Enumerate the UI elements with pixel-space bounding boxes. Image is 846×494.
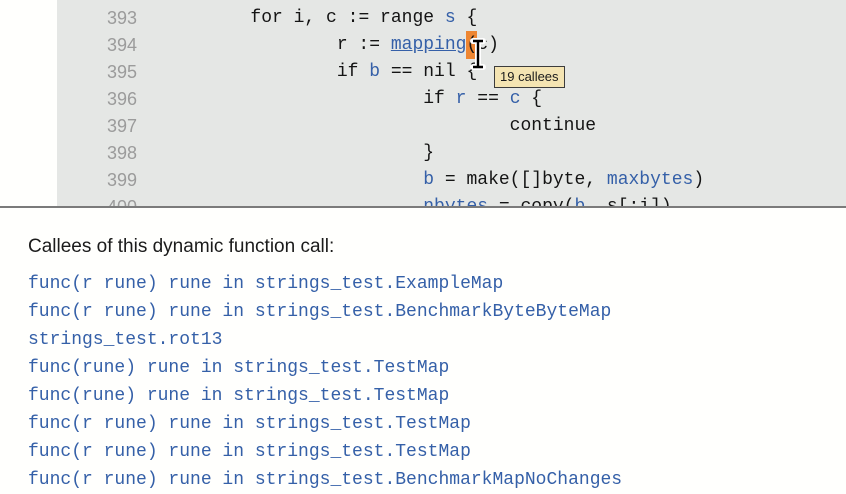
code-text: if r == c { <box>164 86 542 113</box>
code-token: for i, c := range <box>250 8 444 28</box>
callee-item[interactable]: func(r rune) rune in strings_test.TestMa… <box>28 438 846 466</box>
code-token: if <box>337 62 369 82</box>
code-viewer: 393 for i, c := range s {394 r := mappin… <box>0 0 846 206</box>
identifier-link[interactable]: b <box>423 170 434 190</box>
results-heading: Callees of this dynamic function call: <box>28 236 846 258</box>
code-text: for i, c := range s { <box>164 5 477 32</box>
callees-tooltip: 19 callees <box>494 66 565 88</box>
code-line: 394 r := mapping(c) <box>57 32 846 59</box>
callee-item[interactable]: func(rune) rune in strings_test.TestMap <box>28 382 846 410</box>
line-number: 395 <box>57 59 137 86</box>
code-token: = make([]byte, <box>434 170 607 190</box>
code-text: nbytes = copy(b, s[:i]) <box>164 194 672 206</box>
code-line: 399 b = make([]byte, maxbytes) <box>57 167 846 194</box>
code-text: continue <box>164 113 596 140</box>
code-line: 396 if r == c { <box>57 86 846 113</box>
identifier-link[interactable]: b <box>369 62 380 82</box>
identifier-link[interactable]: mapping <box>391 35 467 55</box>
line-number: 399 <box>57 167 137 194</box>
code-token: r := <box>337 35 391 55</box>
code-token: } <box>423 143 434 163</box>
callee-item[interactable]: func(r rune) rune in strings_test.Exampl… <box>28 270 846 298</box>
identifier-link[interactable]: s <box>445 8 456 28</box>
ibeam-cursor-icon <box>468 38 488 70</box>
code-token: continue <box>510 116 596 136</box>
code-line: 400 nbytes = copy(b, s[:i]) <box>57 194 846 206</box>
code-line: 397 continue <box>57 113 846 140</box>
line-number: 398 <box>57 140 137 167</box>
identifier-link[interactable]: nbytes <box>423 197 488 206</box>
code-text: if b == nil { <box>164 59 477 86</box>
results-panel: Callees of this dynamic function call: f… <box>0 208 846 494</box>
line-number: 396 <box>57 86 137 113</box>
code-area[interactable]: 393 for i, c := range s {394 r := mappin… <box>57 0 846 206</box>
identifier-link[interactable]: r <box>456 89 467 109</box>
callee-item[interactable]: func(rune) rune in strings_test.TestMap <box>28 354 846 382</box>
code-text: b = make([]byte, maxbytes) <box>164 167 704 194</box>
callee-list: func(r rune) rune in strings_test.Exampl… <box>28 270 846 494</box>
code-token: { <box>521 89 543 109</box>
callee-item[interactable]: strings_test.rot13 <box>28 326 846 354</box>
code-token: == nil { <box>380 62 477 82</box>
line-number: 394 <box>57 32 137 59</box>
identifier-link[interactable]: maxbytes <box>607 170 693 190</box>
code-token: { <box>456 8 478 28</box>
callee-item[interactable]: func(r rune) rune in strings_test.TestMa… <box>28 410 846 438</box>
code-token: if <box>423 89 455 109</box>
code-line: 395 if b == nil { <box>57 59 846 86</box>
line-number: 400 <box>57 194 137 206</box>
code-token: == <box>466 89 509 109</box>
code-text: r := mapping(c) <box>164 32 499 59</box>
identifier-link[interactable]: b <box>574 197 585 206</box>
line-number: 397 <box>57 113 137 140</box>
code-lines: 393 for i, c := range s {394 r := mappin… <box>57 5 846 206</box>
code-line: 398 } <box>57 140 846 167</box>
code-token: ) <box>693 170 704 190</box>
line-number: 393 <box>57 5 137 32</box>
callee-item[interactable]: func(r rune) rune in strings_test.Benchm… <box>28 298 846 326</box>
code-token: = copy( <box>488 197 574 206</box>
code-line: 393 for i, c := range s { <box>57 5 846 32</box>
code-text: } <box>164 140 434 167</box>
identifier-link[interactable]: c <box>510 89 521 109</box>
code-token: , s[:i]) <box>585 197 671 206</box>
